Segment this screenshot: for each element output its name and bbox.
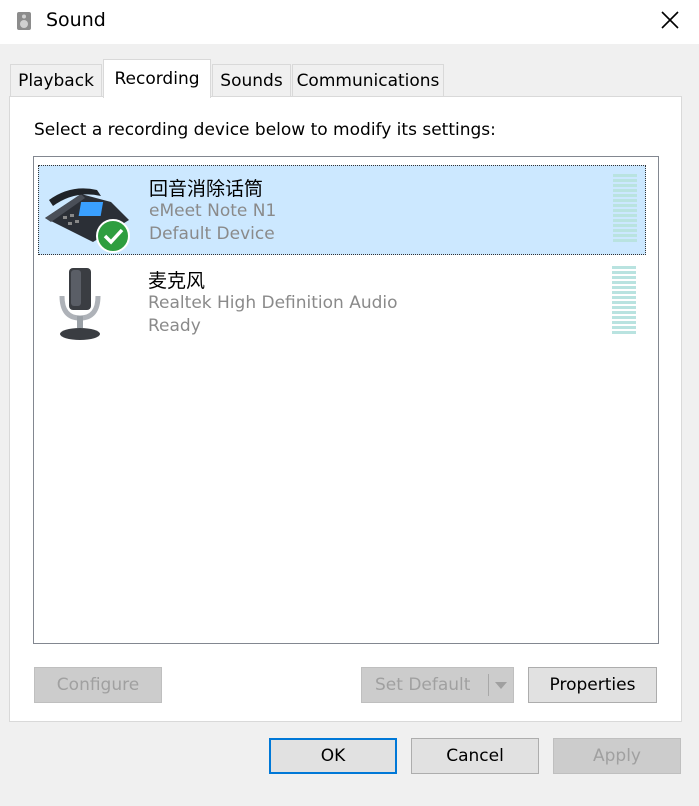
level-meter bbox=[613, 174, 637, 244]
window-title: Sound bbox=[46, 9, 106, 31]
set-default-label: Set Default bbox=[375, 675, 471, 695]
microphone-icon bbox=[59, 268, 101, 340]
split-divider bbox=[488, 674, 489, 696]
device-item-echo-cancel-mic[interactable]: 回音消除话筒 eMeet Note N1 Default Device bbox=[38, 165, 646, 255]
title-bar: Sound bbox=[0, 0, 699, 44]
level-meter bbox=[612, 266, 636, 336]
device-driver: eMeet Note N1 bbox=[149, 201, 277, 221]
device-name: 回音消除话筒 bbox=[149, 178, 264, 200]
device-driver: Realtek High Definition Audio bbox=[148, 293, 398, 313]
device-item-microphone[interactable]: 麦克风 Realtek High Definition Audio Ready bbox=[38, 258, 646, 348]
close-button[interactable] bbox=[648, 0, 692, 40]
properties-button[interactable]: Properties bbox=[528, 667, 657, 703]
speaker-icon bbox=[17, 12, 31, 30]
configure-button[interactable]: Configure bbox=[34, 667, 162, 703]
close-icon bbox=[661, 11, 679, 29]
device-status: Ready bbox=[148, 316, 201, 336]
cancel-button[interactable]: Cancel bbox=[411, 738, 539, 774]
tab-recording[interactable]: Recording bbox=[103, 59, 211, 98]
tab-sounds[interactable]: Sounds bbox=[212, 64, 291, 96]
chevron-down-icon[interactable] bbox=[494, 681, 508, 691]
device-status: Default Device bbox=[149, 224, 275, 244]
ok-button[interactable]: OK bbox=[269, 738, 397, 774]
instruction-text: Select a recording device below to modif… bbox=[34, 120, 496, 140]
set-default-button[interactable]: Set Default bbox=[361, 667, 514, 703]
tab-communications[interactable]: Communications bbox=[292, 64, 444, 96]
tab-playback[interactable]: Playback bbox=[10, 64, 102, 96]
device-name: 麦克风 bbox=[148, 270, 206, 292]
window-bottom-edge bbox=[0, 792, 699, 806]
apply-button[interactable]: Apply bbox=[553, 738, 681, 774]
default-check-icon bbox=[96, 219, 130, 253]
